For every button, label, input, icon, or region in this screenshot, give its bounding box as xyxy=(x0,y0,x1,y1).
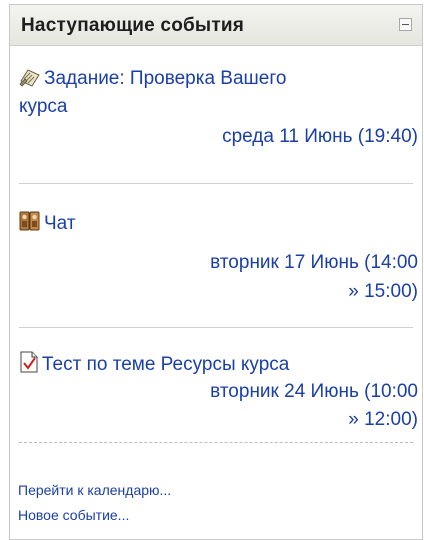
event-date-link[interactable]: вторник 24 Июнь (10:00 xyxy=(210,380,418,404)
event-date-end[interactable]: » 12:00) xyxy=(348,408,418,432)
event-title-text-cont[interactable]: курса xyxy=(19,95,67,119)
event-date-link[interactable]: среда 11 Июнь (19:40) xyxy=(222,125,418,149)
block-header: Наступающие события xyxy=(10,5,422,46)
footer-separator xyxy=(19,442,413,443)
go-to-calendar-link[interactable]: Перейти к календарю... xyxy=(18,482,171,498)
event-separator xyxy=(19,183,413,184)
event-title-text[interactable]: Чат xyxy=(44,213,76,234)
chat-icon xyxy=(19,210,41,239)
minus-box-icon[interactable] xyxy=(399,18,412,31)
event-title-text[interactable]: Тест по теме Ресурсы курса xyxy=(42,354,289,375)
upcoming-events-block: Наступающие события Задание: Проверка Ва… xyxy=(9,4,423,540)
block-title: Наступающие события xyxy=(21,15,245,36)
event-date-end[interactable]: » 15:00) xyxy=(348,280,418,304)
event-title-text[interactable]: Задание: Проверка Вашего xyxy=(44,68,286,89)
event-title-link[interactable]: Тест по теме Ресурсы курса xyxy=(19,351,289,380)
event-separator xyxy=(19,327,413,328)
event-title-link[interactable]: Чат xyxy=(19,210,76,239)
quiz-icon xyxy=(19,351,39,380)
event-date-link[interactable]: вторник 17 Июнь (14:00 xyxy=(210,251,418,275)
assignment-icon xyxy=(19,67,41,94)
new-event-link[interactable]: Новое событие... xyxy=(18,507,129,523)
event-title-link[interactable]: Задание: Проверка Вашего xyxy=(19,67,286,94)
